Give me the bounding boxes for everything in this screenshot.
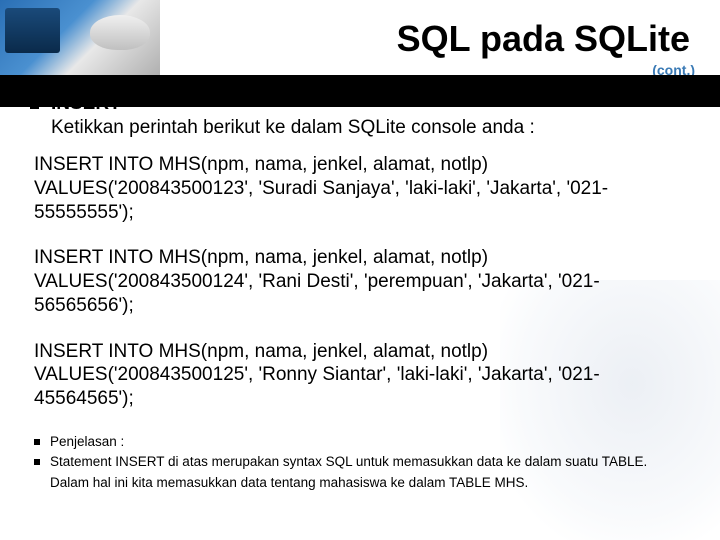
explanation-label-row: Penjelasan : <box>34 433 690 451</box>
sql-line: INSERT INTO MHS(npm, nama, jenkel, alama… <box>34 340 690 364</box>
sql-line: INSERT INTO MHS(npm, nama, jenkel, alama… <box>34 246 690 270</box>
sql-statement-3: INSERT INTO MHS(npm, nama, jenkel, alama… <box>34 340 690 411</box>
sql-statement-1: INSERT INTO MHS(npm, nama, jenkel, alama… <box>34 153 690 224</box>
sql-statement-2: INSERT INTO MHS(npm, nama, jenkel, alama… <box>34 246 690 317</box>
bullet-icon <box>34 439 40 445</box>
header-graphic <box>0 0 160 75</box>
explanation-line-1: Statement INSERT di atas merupakan synta… <box>50 453 647 471</box>
slide-title: SQL pada SQLite <box>397 18 690 60</box>
slide-header: SQL pada SQLite (cont.) <box>0 0 720 90</box>
sql-line: VALUES('200843500125', 'Ronny Siantar', … <box>34 363 690 387</box>
sql-line: 45564565'); <box>34 387 690 411</box>
explanation-line-1-row: Statement INSERT di atas merupakan synta… <box>34 453 690 471</box>
bullet-icon <box>34 459 40 465</box>
explanation-label: Penjelasan : <box>50 433 124 451</box>
sql-line: INSERT INTO MHS(npm, nama, jenkel, alama… <box>34 153 690 177</box>
sql-line: VALUES('200843500123', 'Suradi Sanjaya',… <box>34 177 690 201</box>
sql-line: VALUES('200843500124', 'Rani Desti', 'pe… <box>34 270 690 294</box>
insert-subtext: Ketikkan perintah berikut ke dalam SQLit… <box>51 117 690 139</box>
insert-heading: INSERT <box>51 93 121 115</box>
explanation-line-2: Dalam hal ini kita memasukkan data tenta… <box>50 475 690 490</box>
sql-line: 56565656'); <box>34 294 690 318</box>
slide-content: INSERT Ketikkan perintah berikut ke dala… <box>0 85 720 500</box>
sql-line: 55555555'); <box>34 201 690 225</box>
bullet-icon <box>30 100 39 109</box>
insert-bullet: INSERT <box>30 93 690 115</box>
